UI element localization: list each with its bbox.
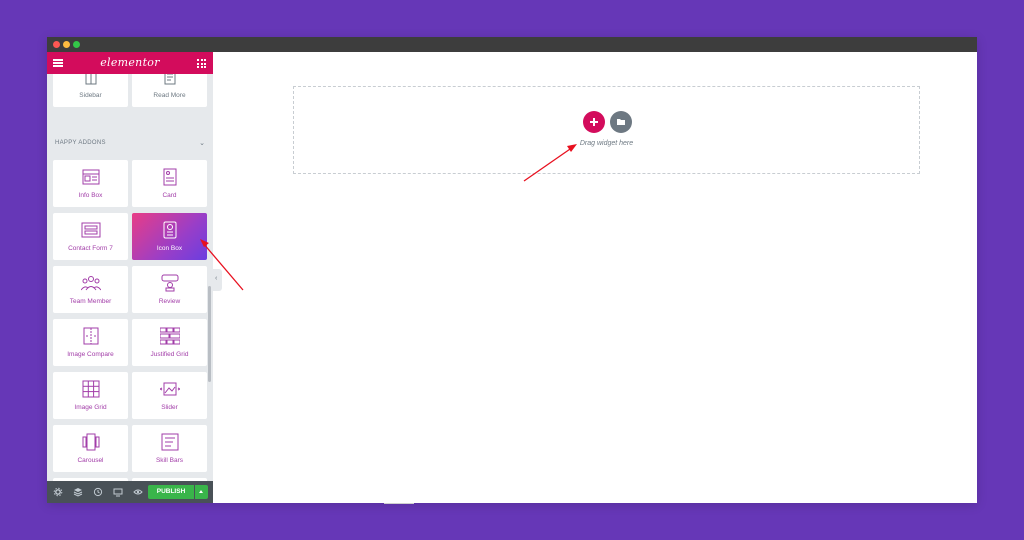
contact-form-icon (81, 222, 100, 238)
window-bottom-edge (384, 503, 414, 504)
widget-slider[interactable]: Slider (132, 372, 207, 419)
widget-label: Read More (153, 92, 186, 99)
maximize-window-dot[interactable] (73, 41, 80, 48)
widget-carousel[interactable]: Carousel (53, 425, 128, 472)
widget-skill-bars[interactable]: Skill Bars (132, 425, 207, 472)
widget-label: Contact Form 7 (68, 245, 113, 252)
section-title-happy-addons: HAPPY ADDONS (55, 140, 106, 146)
slider-icon (159, 382, 180, 396)
image-grid-icon (82, 380, 99, 398)
panel-footer: PUBLISH (47, 481, 213, 503)
minimize-window-dot[interactable] (63, 41, 70, 48)
preview-icon[interactable] (133, 487, 143, 497)
drag-widget-hint: Drag widget here (579, 140, 634, 147)
elementor-logo: elementor (100, 56, 160, 69)
icon-box-icon (163, 221, 176, 239)
team-member-icon (80, 276, 101, 291)
elementor-panel: elementor Sidebar Read More HAPPY ADDONS… (47, 52, 213, 503)
widget-justified-grid[interactable]: Justified Grid (132, 319, 207, 366)
widget-label: Review (158, 298, 181, 305)
widget-label: Icon Box (156, 245, 183, 252)
widgets-list: Sidebar Read More HAPPY ADDONS ⌄ Info Bo… (47, 74, 213, 481)
close-window-dot[interactable] (53, 41, 60, 48)
widget-label: Sidebar (79, 92, 102, 99)
widget-icon-box[interactable]: Icon Box (132, 213, 207, 260)
widgets-grid-icon[interactable] (197, 59, 206, 68)
widget-read-more[interactable]: Read More (132, 74, 207, 107)
widget-sidebar[interactable]: Sidebar (53, 74, 128, 107)
widget-label: Carousel (77, 457, 104, 464)
panel-scrollbar[interactable] (208, 286, 211, 382)
justified-grid-icon (159, 327, 180, 345)
widget-label: Skill Bars (155, 457, 184, 464)
widget-label: Info Box (78, 192, 103, 199)
chevron-left-icon: ‹ (215, 275, 218, 282)
widget-image-grid[interactable]: Image Grid (53, 372, 128, 419)
chevron-down-icon[interactable]: ⌄ (199, 139, 205, 147)
responsive-icon[interactable] (113, 487, 123, 497)
navigator-icon[interactable] (73, 487, 83, 497)
review-icon (161, 274, 178, 292)
publish-options-button[interactable] (195, 485, 208, 499)
widget-image-compare[interactable]: Image Compare (53, 319, 128, 366)
add-template-button[interactable] (610, 111, 632, 133)
collapse-panel-tab[interactable]: ‹ (213, 269, 222, 291)
widget-label: Slider (161, 404, 178, 411)
folder-icon (617, 119, 625, 125)
widget-team-member[interactable]: Team Member (53, 266, 128, 313)
widget-label: Image Grid (74, 404, 107, 411)
widget-label: Card (162, 192, 177, 199)
publish-button[interactable]: PUBLISH (148, 485, 194, 499)
carousel-icon (82, 433, 99, 451)
panel-header: elementor (47, 52, 213, 74)
skill-bars-icon (161, 433, 178, 451)
browser-window: elementor Sidebar Read More HAPPY ADDONS… (47, 37, 977, 503)
drop-zone[interactable]: Drag widget here (293, 86, 920, 174)
history-icon[interactable] (93, 487, 103, 497)
sidebar-icon (85, 74, 96, 85)
widget-label: Team Member (69, 298, 112, 305)
widget-info-box[interactable]: Info Box (53, 160, 128, 207)
add-section-button[interactable] (583, 111, 605, 133)
image-compare-icon (83, 327, 98, 345)
widget-label: Justified Grid (150, 351, 189, 358)
widget-contact-form-7[interactable]: Contact Form 7 (53, 213, 128, 260)
window-titlebar (47, 37, 977, 52)
widget-label: Image Compare (67, 351, 114, 358)
read-more-icon (164, 74, 175, 85)
widget-card[interactable]: Card (132, 160, 207, 207)
card-icon (163, 168, 176, 186)
info-box-icon (82, 169, 99, 185)
widget-review[interactable]: Review (132, 266, 207, 313)
settings-icon[interactable] (53, 487, 63, 497)
